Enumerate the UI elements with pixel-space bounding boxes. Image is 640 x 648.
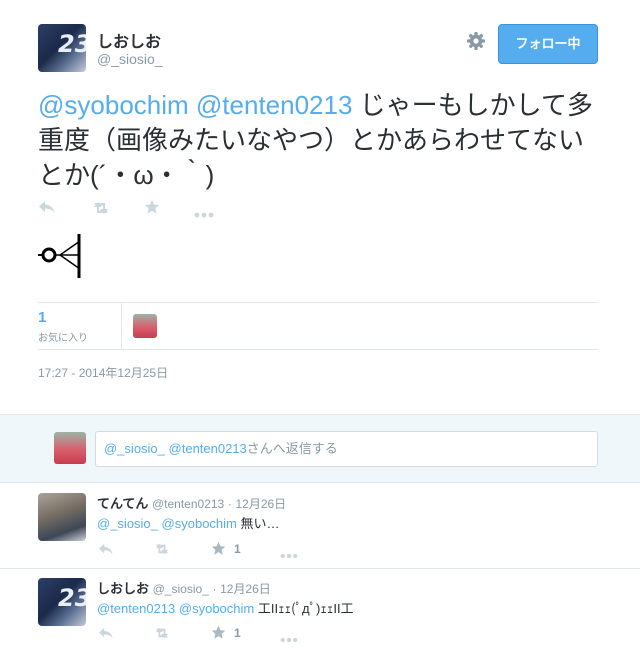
display-name[interactable]: しおしお: [97, 581, 149, 596]
gear-icon[interactable]: [466, 31, 486, 51]
tweet-text: @_siosio_ @syobochim 無い…: [97, 513, 280, 532]
placeholder-mention: @tenten0213: [168, 441, 247, 456]
retweet-icon[interactable]: [152, 626, 172, 640]
tweet-date[interactable]: 12月26日: [220, 582, 271, 596]
star-icon[interactable]: [211, 541, 226, 556]
favorites-label[interactable]: お気に入り: [38, 329, 88, 344]
mention-link[interactable]: @syobochim: [162, 516, 237, 531]
handle[interactable]: @_siosio_: [97, 51, 163, 67]
favorite-count[interactable]: 1: [234, 542, 241, 556]
mention-link[interactable]: @tenten0213: [97, 601, 175, 616]
follow-button[interactable]: フォロー中: [498, 24, 598, 64]
mention-link[interactable]: @_siosio_: [97, 516, 158, 531]
star-icon[interactable]: [211, 625, 226, 640]
reply-icon[interactable]: [98, 542, 114, 556]
mention-link[interactable]: @tenten0213: [196, 90, 353, 120]
mention-link[interactable]: @syobochim: [38, 90, 189, 120]
placeholder-text: さんへ返信する: [246, 441, 338, 456]
separator: ·: [227, 497, 232, 511]
reply-input[interactable]: @_siosio_ @tenten0213さんへ返信する: [95, 431, 598, 467]
mention-link[interactable]: @syobochim: [179, 601, 254, 616]
favorites-count[interactable]: 1: [38, 309, 46, 326]
avatar[interactable]: 23: [38, 24, 86, 72]
stats-divider: [121, 302, 122, 350]
placeholder-mention: @_siosio_: [104, 441, 165, 456]
tweet-image[interactable]: [38, 232, 84, 280]
separator: ·: [212, 582, 217, 596]
retweet-icon[interactable]: [90, 200, 112, 216]
more-icon[interactable]: [280, 630, 298, 643]
user-avatar: [54, 432, 86, 464]
reply-icon[interactable]: [38, 199, 56, 215]
handle[interactable]: @tenten0213: [152, 497, 224, 511]
divider: [38, 302, 598, 303]
favorite-count[interactable]: 1: [234, 626, 241, 640]
tweet-body: 工IIｪｪ(ﾟдﾟ)ｪｪII工: [254, 601, 354, 616]
reply-composer: @_siosio_ @tenten0213さんへ返信する: [0, 414, 640, 483]
tweet-body: 無い…: [236, 516, 280, 531]
more-icon[interactable]: [280, 546, 298, 559]
tweet-header: てんてん @tenten0213 · 12月26日: [97, 493, 286, 512]
avatar[interactable]: [38, 493, 86, 541]
retweet-icon[interactable]: [152, 542, 172, 556]
display-name[interactable]: てんてん: [97, 496, 148, 511]
display-name[interactable]: しおしお: [97, 28, 161, 52]
handle[interactable]: @_siosio_: [153, 582, 209, 596]
divider: [38, 349, 598, 350]
tweet-date[interactable]: 12月26日: [235, 497, 286, 511]
tweet-header: しおしお @_siosio_ · 12月26日: [97, 578, 271, 597]
favoriter-avatar[interactable]: [133, 314, 157, 338]
tweet-text: @syobochim @tenten0213 じゃーもしかして多重度（画像みたい…: [38, 88, 594, 193]
avatar[interactable]: 23: [38, 578, 86, 626]
timestamp[interactable]: 17:27 - 2014年12月25日: [38, 364, 168, 381]
divider: [0, 568, 640, 569]
tweet-text: @tenten0213 @syobochim 工IIｪｪ(ﾟдﾟ)ｪｪII工: [97, 598, 354, 617]
more-icon[interactable]: [194, 205, 214, 218]
reply-icon[interactable]: [98, 626, 114, 640]
star-icon[interactable]: [144, 199, 160, 215]
